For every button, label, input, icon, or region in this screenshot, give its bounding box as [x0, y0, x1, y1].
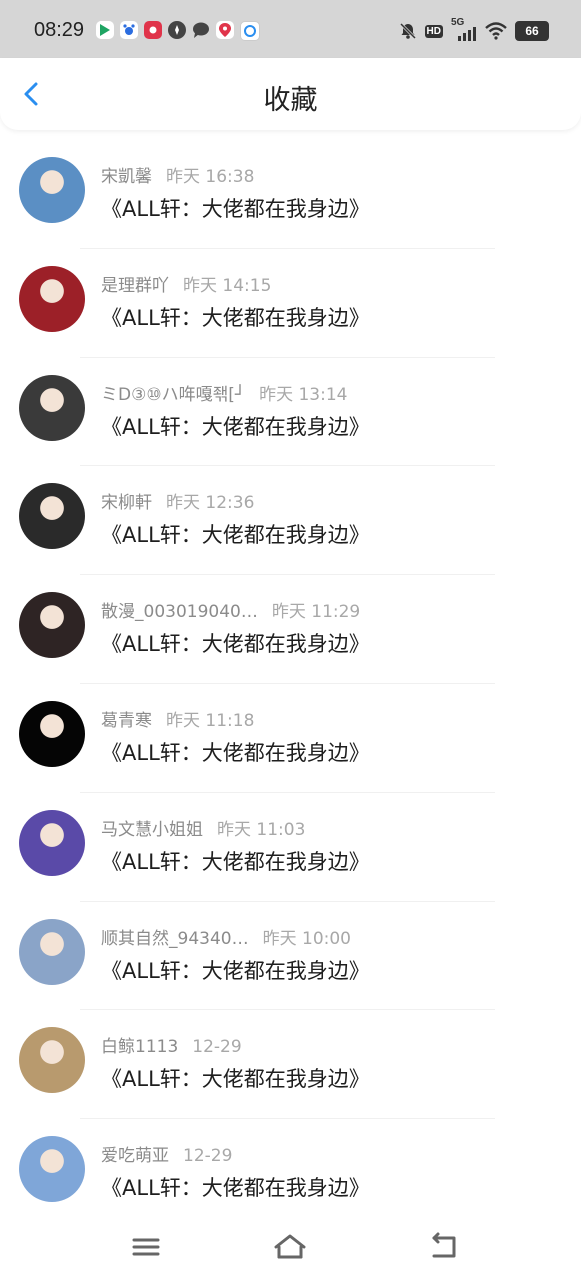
- avatar[interactable]: [19, 918, 85, 985]
- timestamp: 昨天 14:15: [183, 275, 272, 296]
- map-pin-icon: [216, 21, 234, 39]
- home-button[interactable]: [270, 1230, 310, 1264]
- timestamp: 昨天 13:14: [259, 384, 348, 405]
- system-nav-bar: [0, 1214, 581, 1280]
- back-icon: [432, 1232, 456, 1258]
- home-icon: [274, 1234, 306, 1259]
- list-item[interactable]: 马文慧小姐姐 昨天 11:03 《ALL轩：大佬都在我身边》: [0, 793, 581, 902]
- timestamp: 昨天 16:38: [166, 167, 255, 187]
- book-title[interactable]: 《ALL轩：大佬都在我身边》: [101, 955, 370, 985]
- username[interactable]: 爱吃萌亚: [101, 1146, 169, 1166]
- book-title[interactable]: 《ALL轩：大佬都在我身边》: [101, 1172, 370, 1202]
- book-title[interactable]: 《ALL轩：大佬都在我身边》: [101, 193, 370, 223]
- list-item[interactable]: 爱吃萌亚 12-29 《ALL轩：大佬都在我身边》: [0, 1119, 581, 1228]
- timestamp: 昨天 12:36: [166, 493, 255, 514]
- list-item[interactable]: ミD③⑩ハ哖嘎좪[┘ 昨天 13:14 《ALL轩：大佬都在我身边》: [0, 358, 581, 467]
- avatar[interactable]: [19, 1136, 85, 1203]
- list-item[interactable]: 顺其自然_94340… 昨天 10:00 《ALL轩：大佬都在我身边》: [0, 902, 581, 1011]
- timestamp: 昨天 11:29: [271, 602, 361, 623]
- username[interactable]: 顺其自然_94340…: [101, 929, 249, 949]
- username[interactable]: 葛青寒: [101, 711, 152, 731]
- timestamp: 昨天 11:18: [166, 710, 255, 731]
- item-meta: ミD③⑩ハ哖嘎좪[┘ 昨天 13:14: [101, 380, 347, 405]
- item-meta: 是理群吖 昨天 14:15: [101, 271, 271, 296]
- list-item[interactable]: 散漫_003019040… 昨天 11:29 《ALL轩：大佬都在我身边》: [0, 575, 581, 684]
- item-meta: 散漫_003019040… 昨天 11:29: [101, 597, 360, 622]
- username[interactable]: 白鲸1113: [101, 1037, 178, 1057]
- favorites-list: 宋凱馨 昨天 16:38 《ALL轩：大佬都在我身边》 是理群吖 昨天 14:15 《AL…: [0, 140, 581, 1228]
- signal-icon: 5G: [451, 17, 477, 41]
- avatar[interactable]: [19, 374, 85, 441]
- item-meta: 葛青寒 昨天 11:18: [101, 706, 254, 731]
- book-title[interactable]: 《ALL轩：大佬都在我身边》: [101, 846, 370, 876]
- browser-icon: [240, 21, 260, 41]
- paw-icon: [120, 21, 138, 39]
- item-meta: 宋柳軒 昨天 12:36: [101, 488, 254, 513]
- item-meta: 爱吃萌亚 12-29: [101, 1141, 232, 1166]
- timestamp: 12-29: [183, 1146, 233, 1167]
- username[interactable]: 马文慧小姐姐: [101, 820, 203, 840]
- avatar[interactable]: [19, 592, 85, 659]
- list-item[interactable]: 是理群吖 昨天 14:15 《ALL轩：大佬都在我身边》: [0, 249, 581, 358]
- book-title[interactable]: 《ALL轩：大佬都在我身边》: [101, 411, 370, 441]
- compass-icon: [168, 21, 186, 39]
- timestamp: 昨天 10:00: [262, 928, 351, 949]
- wifi-icon: [485, 22, 507, 40]
- timestamp: 12-29: [192, 1037, 242, 1058]
- book-title[interactable]: 《ALL轩：大佬都在我身边》: [101, 302, 370, 332]
- menu-icon: [132, 1238, 160, 1256]
- username[interactable]: 宋柳軒: [101, 493, 152, 513]
- chat-bubble-icon: [192, 21, 210, 39]
- book-title[interactable]: 《ALL轩：大佬都在我身边》: [101, 737, 370, 767]
- avatar[interactable]: [19, 1027, 85, 1094]
- username[interactable]: 散漫_003019040…: [101, 602, 258, 622]
- list-item[interactable]: 宋柳軒 昨天 12:36 《ALL轩：大佬都在我身边》: [0, 466, 581, 576]
- play-store-icon: [96, 21, 114, 39]
- book-title[interactable]: 《ALL轩：大佬都在我身边》: [101, 628, 370, 658]
- book-title[interactable]: 《ALL轩：大佬都在我身边》: [101, 519, 370, 549]
- avatar[interactable]: [19, 157, 85, 223]
- menu-button[interactable]: [126, 1230, 166, 1264]
- item-meta: 宋凱馨 昨天 16:38: [101, 162, 254, 187]
- list-item[interactable]: 宋凱馨 昨天 16:38 《ALL轩：大佬都在我身边》: [0, 140, 581, 249]
- book-title[interactable]: 《ALL轩：大佬都在我身边》: [101, 1063, 370, 1093]
- list-item[interactable]: 葛青寒 昨天 11:18 《ALL轩：大佬都在我身边》: [0, 684, 581, 793]
- avatar[interactable]: [19, 483, 85, 550]
- username[interactable]: 是理群吖: [101, 276, 169, 296]
- avatar[interactable]: [19, 700, 85, 767]
- item-meta: 马文慧小姐姐 昨天 11:03: [101, 815, 305, 840]
- hd-badge: HD: [424, 24, 443, 38]
- page-title: 收藏: [263, 85, 318, 116]
- back-nav-button[interactable]: [424, 1230, 464, 1264]
- avatar[interactable]: [19, 265, 85, 332]
- notification-icons: [96, 21, 260, 41]
- avatar[interactable]: [19, 809, 85, 876]
- header: 收藏: [0, 58, 581, 130]
- list-item[interactable]: 白鲸1113 12-29 《ALL轩：大佬都在我身边》: [0, 1010, 581, 1120]
- status-bar: 08:29 HD 5G 66: [0, 0, 581, 58]
- system-icons: HD 5G 66: [399, 17, 549, 42]
- mute-bell-icon: [399, 22, 416, 40]
- status-time: 08:29: [34, 19, 85, 41]
- username[interactable]: 宋凱馨: [101, 167, 152, 187]
- timestamp: 昨天 11:03: [217, 819, 306, 840]
- app-red-icon: [144, 21, 162, 39]
- username[interactable]: ミD③⑩ハ哖嘎좪[┘: [101, 385, 245, 405]
- battery-indicator: 66: [515, 21, 549, 41]
- item-meta: 白鲸1113 12-29: [101, 1032, 242, 1057]
- item-meta: 顺其自然_94340… 昨天 10:00: [101, 924, 351, 949]
